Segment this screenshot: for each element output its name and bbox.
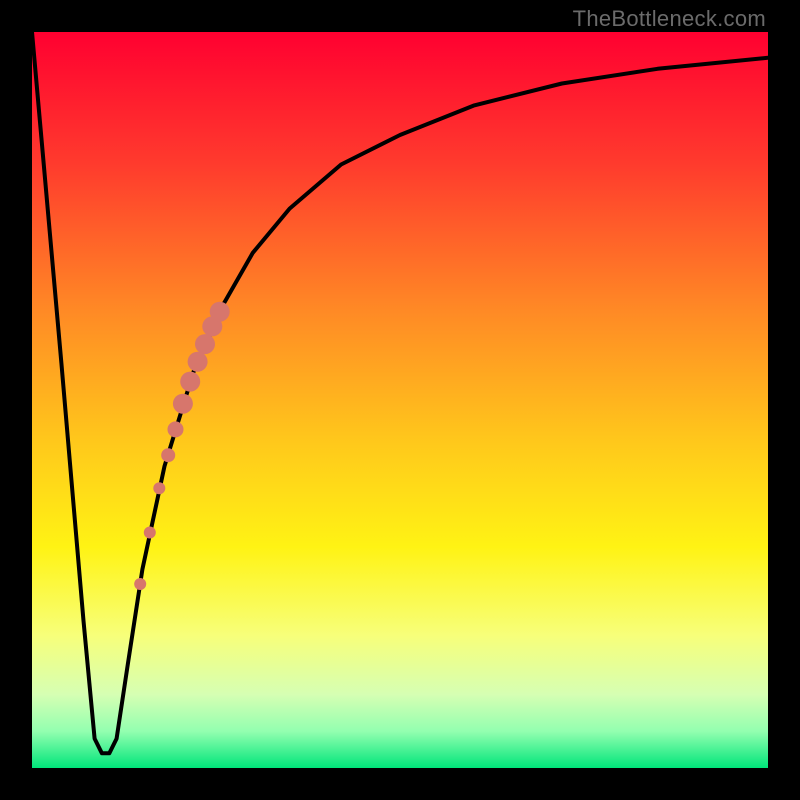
marker-point (153, 482, 165, 494)
curve-layer (32, 32, 768, 768)
marker-point (173, 394, 193, 414)
marker-point (144, 527, 156, 539)
chart-frame: TheBottleneck.com (0, 0, 800, 800)
marker-point (161, 448, 175, 462)
marker-point (188, 352, 208, 372)
bottleneck-curve (32, 32, 768, 753)
plot-area (32, 32, 768, 768)
watermark-text: TheBottleneck.com (573, 6, 766, 32)
marker-point (195, 334, 215, 354)
marker-point (134, 578, 146, 590)
marker-point (210, 302, 230, 322)
marker-point (168, 421, 184, 437)
marker-point (180, 372, 200, 392)
